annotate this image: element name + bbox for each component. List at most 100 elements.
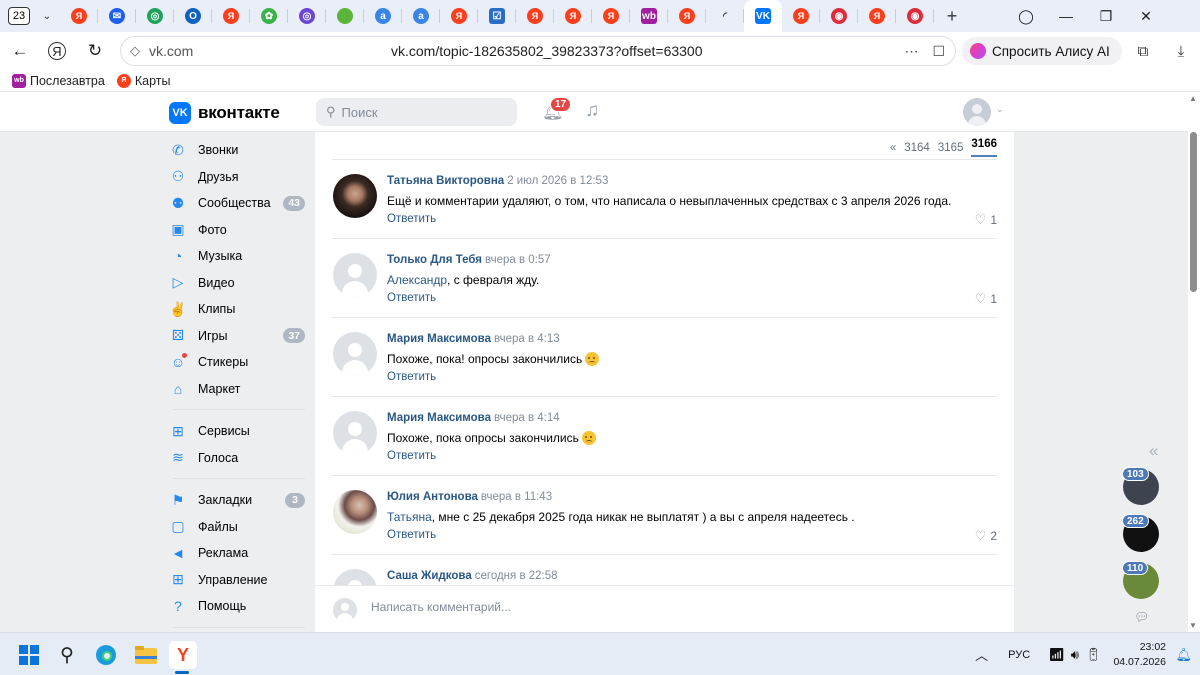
- sidebar-item-games[interactable]: ⚄ Игры 37: [169, 323, 305, 350]
- volume-icon[interactable]: 🔊︎: [1071, 647, 1079, 663]
- sidebar-item-phone[interactable]: ✆ Звонки: [169, 137, 305, 164]
- start-button[interactable]: [15, 641, 43, 669]
- sidebar-item-friends[interactable]: ⚇ Друзья: [169, 164, 305, 191]
- search-box[interactable]: ⚲: [316, 98, 517, 126]
- ask-alice-button[interactable]: Спросить Алису AI: [962, 37, 1122, 65]
- avatar[interactable]: [963, 98, 991, 126]
- bookmark-item[interactable]: wb Послезавтра: [12, 73, 105, 88]
- comment-date[interactable]: 2 июл 2026 в 12:53: [507, 175, 608, 187]
- comment-date[interactable]: вчера в 4:13: [494, 333, 560, 345]
- input-language[interactable]: РУС: [1008, 649, 1030, 661]
- search-icon[interactable]: ⚲: [53, 641, 81, 669]
- comment-input[interactable]: [371, 600, 971, 614]
- downloads-icon[interactable]: ⤓: [1162, 43, 1200, 60]
- chevron-down-icon[interactable]: ⌄: [36, 5, 58, 27]
- collections-icon[interactable]: ⧉: [1124, 43, 1162, 60]
- sidebar-item-communities[interactable]: ⚉ Сообщества 43: [169, 190, 305, 217]
- reply-button[interactable]: Ответить: [387, 450, 436, 462]
- comment-author[interactable]: Мария Максимова: [387, 412, 491, 424]
- mention-link[interactable]: Александр: [387, 273, 447, 287]
- yandex-home-button[interactable]: Я: [48, 42, 66, 60]
- comment-date[interactable]: вчера в 0:57: [485, 254, 551, 266]
- avatar[interactable]: [333, 253, 377, 297]
- comment-author[interactable]: Только Для Тебя: [387, 254, 482, 266]
- reply-button[interactable]: Ответить: [387, 371, 436, 383]
- bookmark-page-icon[interactable]: ☐: [932, 43, 945, 60]
- browser-tab[interactable]: [326, 0, 364, 32]
- url-field[interactable]: ◇ vk.com vk.com/topic-182635802_39823373…: [120, 36, 956, 66]
- browser-tab[interactable]: Я: [440, 0, 478, 32]
- sidebar-item-bookmark[interactable]: ⚑ Закладки 3: [169, 487, 305, 514]
- profile-icon[interactable]: ◯: [1006, 8, 1046, 25]
- comment-date[interactable]: сегодня в 22:58: [475, 570, 558, 582]
- yandex-browser-icon[interactable]: Y: [169, 641, 197, 669]
- more-icon[interactable]: ⋯: [904, 43, 918, 60]
- pager-page[interactable]: 3165: [938, 142, 964, 154]
- sidebar-item-video[interactable]: ▷ Видео: [169, 270, 305, 297]
- comment-date[interactable]: вчера в 11:43: [481, 491, 552, 503]
- music-note-icon[interactable]: ♫: [585, 100, 599, 122]
- new-tab-button[interactable]: +: [940, 4, 964, 28]
- reply-button[interactable]: Ответить: [387, 292, 436, 304]
- battery-icon[interactable]: 🔋︎: [1085, 647, 1102, 663]
- like-button[interactable]: ♡ 1: [975, 291, 997, 307]
- sidebar-item-photo[interactable]: ▣ Фото: [169, 217, 305, 244]
- scrollbar-thumb[interactable]: [1190, 132, 1197, 292]
- browser-tab[interactable]: ◉: [896, 0, 934, 32]
- minimize-button[interactable]: —: [1046, 8, 1086, 24]
- sidebar-item-market[interactable]: ⌂ Маркет: [169, 376, 305, 403]
- comment-author[interactable]: Татьяна Викторовна: [387, 175, 504, 187]
- mention-link[interactable]: Татьяна: [387, 510, 432, 524]
- browser-tab[interactable]: a: [364, 0, 402, 32]
- file-explorer-icon[interactable]: [132, 641, 160, 669]
- reload-button[interactable]: ↻: [84, 40, 106, 62]
- reply-button[interactable]: Ответить: [387, 529, 436, 541]
- chevron-up-icon[interactable]: ︿: [975, 645, 988, 664]
- search-input[interactable]: [341, 104, 492, 120]
- chat-icon[interactable]: 💬︎: [1134, 610, 1149, 624]
- comment-author[interactable]: Юлия Антонова: [387, 491, 478, 503]
- browser-tab[interactable]: ◉: [820, 0, 858, 32]
- clock[interactable]: 23:02 04.07.2026: [1113, 640, 1166, 670]
- sidebar-item-ads[interactable]: ◄ Реклама: [169, 540, 305, 567]
- comment-date[interactable]: вчера в 4:14: [494, 412, 560, 424]
- scroll-up-icon[interactable]: ▲: [1189, 94, 1197, 103]
- avatar[interactable]: [333, 332, 377, 376]
- browser-tab[interactable]: Я: [782, 0, 820, 32]
- browser-tab[interactable]: a: [402, 0, 440, 32]
- sidebar-item-votes[interactable]: ≋ Голоса: [169, 445, 305, 472]
- sidebar-item-manage[interactable]: ⊞ Управление: [169, 567, 305, 594]
- scroll-down-icon[interactable]: ▼: [1189, 621, 1197, 630]
- browser-tab[interactable]: ✉: [98, 0, 136, 32]
- chevron-down-icon[interactable]: ⌄: [996, 104, 1004, 115]
- edge-icon[interactable]: [92, 641, 120, 669]
- restore-button[interactable]: ❐: [1086, 8, 1126, 25]
- like-button[interactable]: ♡ 1: [975, 212, 997, 228]
- wifi-icon[interactable]: 📶︎: [1048, 647, 1065, 663]
- avatar[interactable]: [333, 490, 377, 534]
- vk-logo[interactable]: VK вконтакте: [169, 102, 280, 124]
- like-button[interactable]: ♡ 2: [975, 528, 997, 544]
- sidebar-item-music[interactable]: ◔ Музыка: [169, 243, 305, 270]
- browser-tab[interactable]: ✿: [250, 0, 288, 32]
- browser-tab[interactable]: ◎: [136, 0, 174, 32]
- reply-button[interactable]: Ответить: [387, 213, 436, 225]
- browser-tab[interactable]: wb: [630, 0, 668, 32]
- notification-bell-icon[interactable]: 🔔︎: [1175, 647, 1192, 663]
- browser-tab[interactable]: Я: [858, 0, 896, 32]
- browser-tab[interactable]: Я: [554, 0, 592, 32]
- browser-tab[interactable]: Я: [212, 0, 250, 32]
- browser-tab[interactable]: Я: [516, 0, 554, 32]
- bookmark-item[interactable]: Я Карты: [116, 73, 170, 88]
- browser-tab[interactable]: ◎: [288, 0, 326, 32]
- sidebar-item-files[interactable]: ▢ Файлы: [169, 514, 305, 541]
- back-button[interactable]: ←: [9, 40, 31, 62]
- browser-tab[interactable]: Я: [60, 0, 98, 32]
- browser-tab[interactable]: Я: [668, 0, 706, 32]
- browser-tab[interactable]: Я: [592, 0, 630, 32]
- comment-author[interactable]: Саша Жидкова: [387, 570, 472, 582]
- pager-page[interactable]: 3164: [904, 142, 930, 154]
- avatar[interactable]: [333, 411, 377, 455]
- tab-count-button[interactable]: 23: [8, 7, 30, 25]
- comment-author[interactable]: Мария Максимова: [387, 333, 491, 345]
